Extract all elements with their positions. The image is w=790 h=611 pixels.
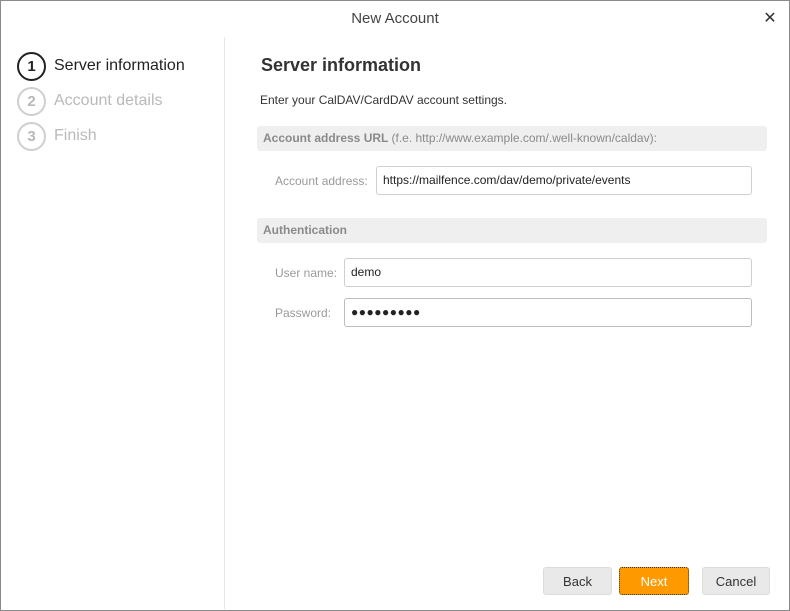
username-label: User name: <box>275 266 338 280</box>
password-label: Password: <box>275 306 332 320</box>
intro-text: Enter your CalDAV/CardDAV account settin… <box>260 93 507 107</box>
wizard-steps-sidebar: 1 Server information 2 Account details 3… <box>1 37 225 609</box>
password-mask: ●●●●●●●●● <box>351 305 421 319</box>
account-address-input[interactable]: https://mailfence.com/dav/demo/private/e… <box>376 166 752 195</box>
step-label: Finish <box>54 127 97 144</box>
url-section-header: Account address URL (f.e. http://www.exa… <box>257 126 767 151</box>
auth-section-title: Authentication <box>263 223 347 237</box>
page-title: Server information <box>261 55 422 75</box>
step-server-information: 1 Server information <box>17 51 185 81</box>
wizard-content: Server information Enter your CalDAV/Car… <box>225 37 789 609</box>
step-label: Server information <box>54 57 185 74</box>
step-number: 2 <box>17 86 46 116</box>
back-button[interactable]: Back <box>543 567 612 595</box>
step-label: Account details <box>54 92 163 109</box>
close-icon[interactable]: ✕ <box>761 9 779 27</box>
dialog-title: New Account <box>351 10 439 27</box>
account-address-label: Account address: <box>275 174 368 188</box>
step-number: 1 <box>17 51 46 81</box>
url-section-title: Account address URL <box>263 131 389 145</box>
url-section-hint: (f.e. http://www.example.com/.well-known… <box>391 131 657 145</box>
step-account-details: 2 Account details <box>17 86 163 116</box>
username-input[interactable]: demo <box>344 258 752 287</box>
next-button[interactable]: Next <box>619 567 689 595</box>
new-account-dialog: New Account ✕ 1 Server information 2 Acc… <box>0 0 790 611</box>
step-number: 3 <box>17 121 46 151</box>
auth-section-header: Authentication <box>257 218 767 243</box>
step-finish: 3 Finish <box>17 121 97 151</box>
password-input[interactable]: ●●●●●●●●● <box>344 298 752 327</box>
cancel-button[interactable]: Cancel <box>702 567 770 595</box>
